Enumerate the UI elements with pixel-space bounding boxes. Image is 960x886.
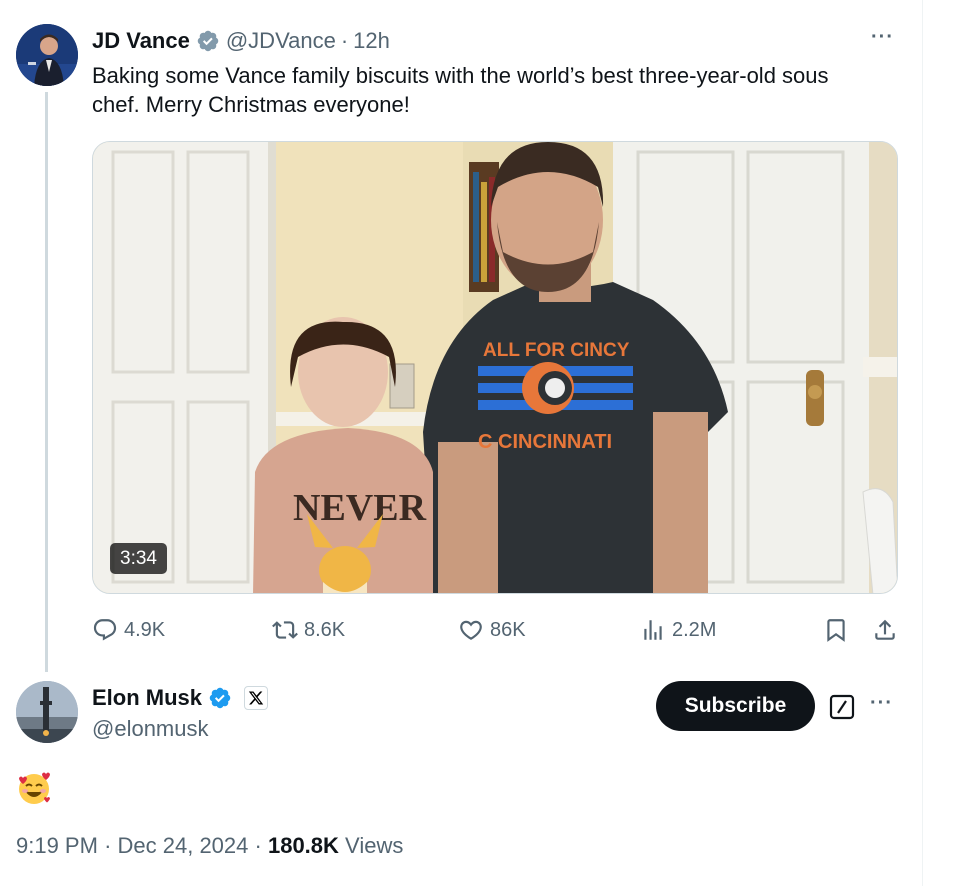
reply-author-name[interactable]: Elon Musk bbox=[92, 685, 202, 711]
post-date[interactable]: Dec 24, 2024 bbox=[118, 833, 249, 858]
like-count: 86K bbox=[490, 618, 526, 641]
reply-icon bbox=[93, 619, 117, 641]
elon-musk-avatar[interactable] bbox=[16, 681, 78, 743]
reply-tweet-header: Elon Musk bbox=[92, 683, 269, 713]
views-count: 2.2M bbox=[672, 618, 717, 641]
parent-tweet-header: JD Vance @JDVance · 12h bbox=[92, 26, 390, 56]
header-separator: · bbox=[340, 28, 349, 53]
meta-separator: · bbox=[104, 833, 112, 858]
author-handle[interactable]: @JDVance bbox=[226, 28, 336, 54]
more-options-icon[interactable]: ··· bbox=[870, 692, 893, 715]
reply-button[interactable]: 4.9K bbox=[92, 614, 165, 646]
video-duration-badge: 3:34 bbox=[110, 543, 167, 574]
x-affiliate-badge-icon[interactable] bbox=[244, 686, 269, 710]
tweet-timestamp[interactable]: 12h bbox=[353, 28, 390, 54]
more-options-icon[interactable]: ··· bbox=[871, 26, 894, 49]
subscribe-button[interactable]: Subscribe bbox=[656, 681, 815, 731]
reply-count: 4.9K bbox=[124, 618, 166, 641]
share-button[interactable] bbox=[872, 614, 904, 646]
views-label: Views bbox=[345, 833, 404, 858]
views-total: 180.8K bbox=[267, 833, 339, 858]
meta-separator: · bbox=[254, 833, 262, 858]
shirt-text-bottom: C CINCINNATI bbox=[478, 431, 612, 453]
bookmark-button[interactable] bbox=[823, 614, 855, 646]
author-name[interactable]: JD Vance bbox=[92, 28, 190, 54]
repost-count: 8.6K bbox=[304, 618, 346, 641]
repost-icon bbox=[272, 621, 298, 639]
grok-icon[interactable] bbox=[829, 694, 855, 720]
repost-button[interactable]: 8.6K bbox=[272, 614, 345, 646]
bookmark-icon bbox=[827, 619, 845, 642]
heart-icon bbox=[460, 620, 482, 640]
reply-author-handle[interactable]: @elonmusk bbox=[92, 716, 209, 742]
like-button[interactable]: 86K bbox=[458, 614, 526, 646]
column-divider bbox=[922, 0, 923, 886]
verified-badge-icon bbox=[196, 29, 220, 53]
share-icon bbox=[875, 619, 895, 640]
views-button[interactable]: 2.2M bbox=[640, 614, 716, 646]
thread-connector-line bbox=[45, 92, 48, 672]
shirt-text-top: ALL FOR CINCY bbox=[483, 340, 630, 361]
smiling-face-with-hearts-icon bbox=[16, 770, 52, 806]
views-chart-icon bbox=[644, 620, 662, 640]
verified-badge-icon bbox=[208, 686, 232, 710]
post-time[interactable]: 9:19 PM bbox=[16, 833, 98, 858]
tweet-video[interactable]: ALL FOR CINCY C CINCINNATI NEVER bbox=[92, 141, 898, 594]
tweet-meta: 9:19 PM · Dec 24, 2024 · 180.8K Views bbox=[16, 833, 403, 859]
tweet-actions-bar: 4.9K 8.6K 86K 2.2M bbox=[0, 614, 960, 646]
jd-vance-avatar[interactable] bbox=[16, 24, 78, 86]
tweet-text: Baking some Vance family biscuits with t… bbox=[92, 63, 829, 117]
